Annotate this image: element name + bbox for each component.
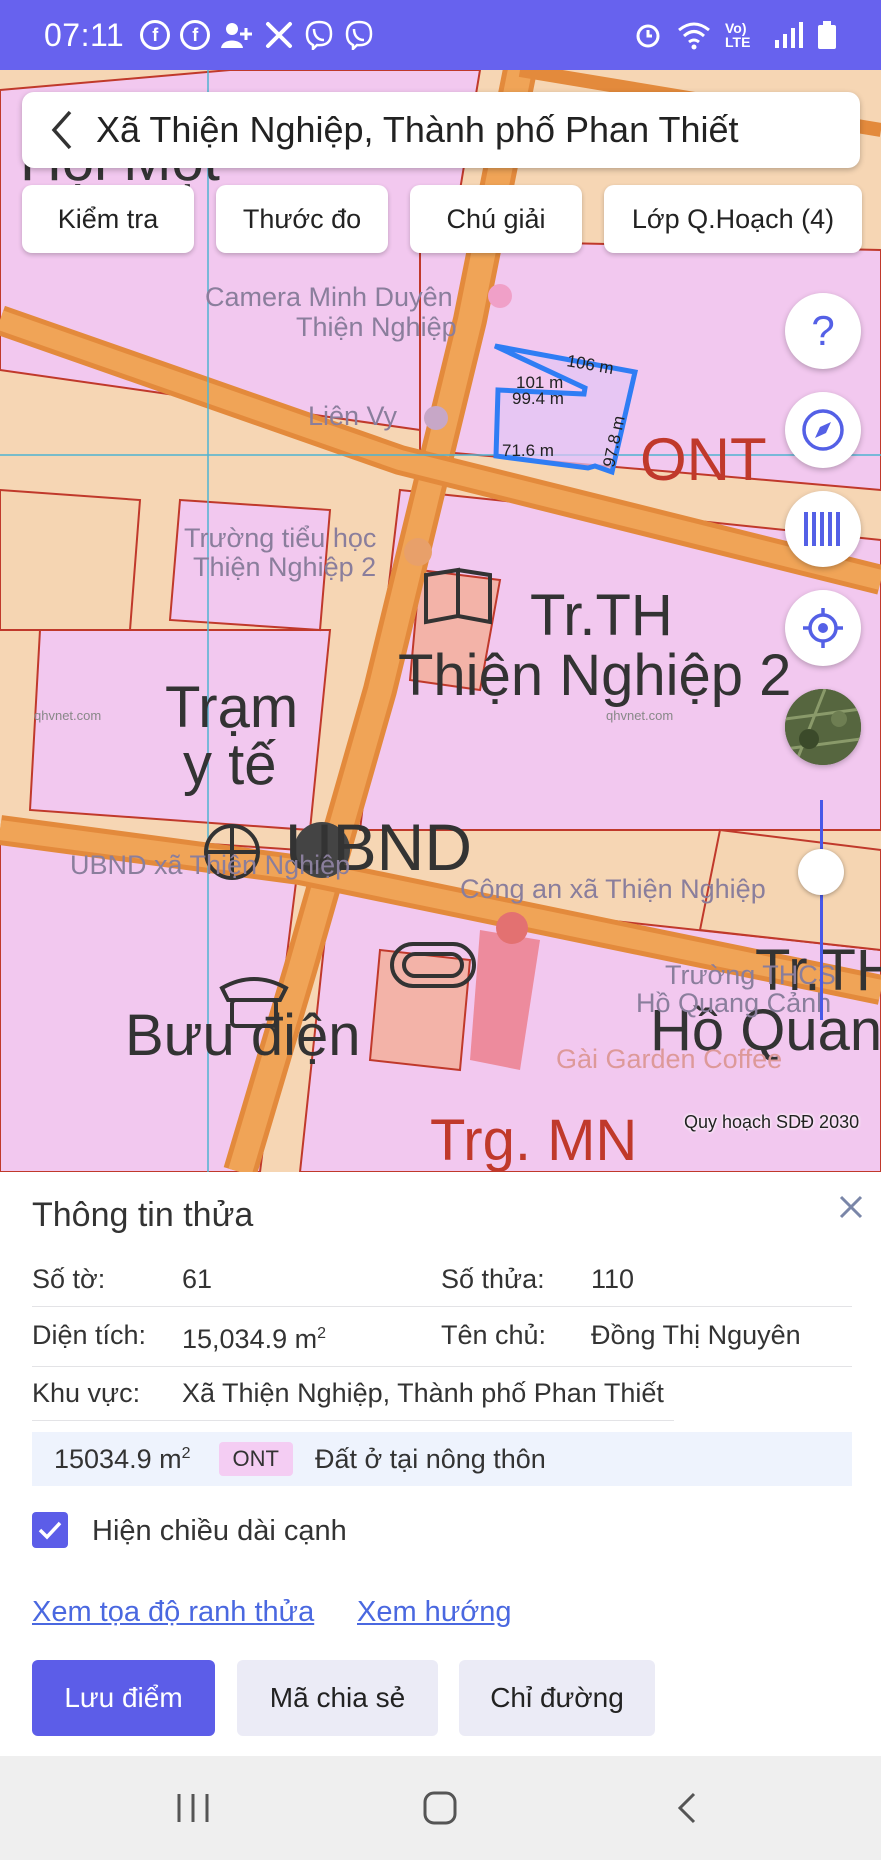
back-button[interactable] bbox=[42, 110, 82, 150]
zoom-slider-thumb[interactable] bbox=[798, 849, 844, 895]
dien-tich-value: 15,034.9 m2 bbox=[182, 1324, 326, 1354]
checkmark-icon bbox=[38, 1521, 62, 1540]
poi-ubnd-xa: UBND xã Thiện Nghiệp bbox=[70, 850, 350, 880]
facebook-icon: f bbox=[180, 20, 211, 50]
panel-title: Thông tin thửa bbox=[32, 1196, 254, 1234]
barcode-button[interactable] bbox=[785, 491, 861, 567]
compass-icon bbox=[802, 409, 844, 451]
wifi-icon bbox=[678, 22, 710, 50]
zone-row: 15034.9 m2 ONT Đất ở tại nông thôn bbox=[32, 1432, 852, 1486]
recent-apps-icon[interactable] bbox=[173, 1788, 213, 1828]
watermark: qhvnet.com bbox=[34, 708, 101, 723]
help-button[interactable]: ? bbox=[785, 293, 861, 369]
watermark: qhvnet.com bbox=[606, 708, 673, 723]
buu-dien-label: Bưu điện bbox=[125, 1003, 361, 1068]
locate-icon bbox=[803, 608, 843, 648]
battery-icon bbox=[818, 21, 836, 49]
zone-label-ont: ONT bbox=[640, 426, 767, 493]
legend-button[interactable]: Chú giải bbox=[410, 185, 582, 253]
check-button[interactable]: Kiểm tra bbox=[22, 185, 194, 253]
location-search-bar[interactable]: Xã Thiện Nghiệp, Thành phố Phan Thiết bbox=[22, 92, 860, 168]
alarm-icon bbox=[636, 24, 660, 48]
poi-truong-2: Thiện Nghiệp 2 bbox=[193, 552, 376, 582]
divider bbox=[32, 1420, 674, 1421]
facebook-icon: f bbox=[140, 20, 171, 50]
so-to-label: Số tờ: bbox=[32, 1264, 106, 1294]
zone-code-badge: ONT bbox=[218, 1442, 293, 1476]
tram-label-line1: Trạm bbox=[165, 675, 298, 740]
directions-button[interactable]: Chỉ đường bbox=[459, 1660, 655, 1736]
khu-vuc-label: Khu vực: bbox=[32, 1378, 141, 1408]
status-time: 07:11 bbox=[44, 16, 125, 53]
divider bbox=[32, 1366, 852, 1367]
chevron-left-icon bbox=[51, 110, 72, 150]
status-bar: 07:11 f f Vo) LTE bbox=[0, 0, 881, 70]
zone-description: Đất ở tại nông thôn bbox=[314, 1443, 546, 1474]
locate-button[interactable] bbox=[785, 590, 861, 666]
school-label-line1: Tr.TH bbox=[530, 583, 673, 648]
close-icon[interactable] bbox=[836, 1192, 866, 1222]
tools-icon bbox=[266, 22, 293, 48]
help-icon: ? bbox=[811, 307, 835, 354]
edge-length-bottom: 71.6 m bbox=[502, 441, 554, 460]
show-edges-label[interactable]: Hiện chiều dài cạnh bbox=[92, 1515, 347, 1548]
school-label-line2: Thiện Nghiệp 2 bbox=[398, 643, 791, 708]
poi-truong-1: Trường tiểu học bbox=[184, 523, 376, 553]
edge-length-inner-2: 99.4 m bbox=[512, 389, 564, 408]
home-icon[interactable] bbox=[420, 1788, 460, 1828]
zone-area: 15034.9 m2 bbox=[54, 1443, 191, 1474]
so-thua-value: 110 bbox=[591, 1264, 635, 1294]
dien-tich-label: Diện tích: bbox=[32, 1320, 147, 1350]
map-caption: Quy hoạch SDĐ 2030 bbox=[684, 1112, 860, 1132]
back-icon[interactable] bbox=[668, 1788, 708, 1828]
viber-icon bbox=[305, 20, 333, 50]
barcode-icon bbox=[804, 512, 840, 546]
signal-icon bbox=[775, 22, 803, 48]
tool-buttons: Kiểm tra Thước đo Chú giải Lớp Q.Hoạch (… bbox=[22, 185, 862, 253]
poi-lien-vy: Liên Vy bbox=[308, 401, 398, 431]
share-code-button[interactable]: Mã chia sẻ bbox=[237, 1660, 438, 1736]
so-thua-label: Số thửa: bbox=[441, 1264, 545, 1294]
system-nav-bar bbox=[0, 1756, 881, 1860]
satellite-layer-button[interactable] bbox=[785, 689, 861, 765]
viber-icon bbox=[345, 20, 373, 50]
notification-icons: f f bbox=[140, 20, 374, 50]
ten-chu-label: Tên chủ: bbox=[441, 1320, 547, 1350]
trg-mn-label: Trg. MN bbox=[430, 1108, 637, 1172]
poi-thcs-1: Trường THCS bbox=[665, 960, 836, 990]
view-boundary-coords-link[interactable]: Xem tọa độ ranh thửa bbox=[32, 1596, 314, 1629]
tram-label-line2: y tế bbox=[183, 732, 277, 797]
volte-icon: Vo) LTE bbox=[725, 20, 751, 50]
poi-thcs-2: Hồ Quang Cảnh bbox=[636, 988, 831, 1018]
parcel-info-panel: Thông tin thửa Số tờ: 61 Số thửa: 110 Di… bbox=[0, 1172, 881, 1756]
poi-camera-line1: Camera Minh Duyên bbox=[205, 282, 453, 312]
satellite-layer-icon bbox=[785, 689, 861, 765]
so-to-value: 61 bbox=[182, 1264, 213, 1294]
layers-button[interactable]: Lớp Q.Hoạch (4) bbox=[604, 185, 862, 253]
divider bbox=[32, 1306, 852, 1307]
ten-chu-value: Đồng Thị Nguyên bbox=[591, 1320, 801, 1350]
zoom-slider-track[interactable] bbox=[820, 800, 823, 1020]
view-direction-link[interactable]: Xem hướng bbox=[357, 1596, 512, 1629]
person-add-icon bbox=[221, 23, 253, 48]
poi-garden: Gài Garden Coffee bbox=[556, 1044, 782, 1074]
compass-button[interactable] bbox=[785, 392, 861, 468]
measure-button[interactable]: Thước đo bbox=[216, 185, 388, 253]
khu-vuc-value: Xã Thiện Nghiệp, Thành phố Phan Thiết bbox=[182, 1378, 664, 1408]
save-point-button[interactable]: Lưu điểm bbox=[32, 1660, 215, 1736]
location-title: Xã Thiện Nghiệp, Thành phố Phan Thiết bbox=[96, 109, 739, 150]
system-icons: Vo) LTE bbox=[633, 20, 837, 50]
show-edges-checkbox[interactable] bbox=[32, 1512, 68, 1548]
poi-camera-line2: Thiện Nghiệp bbox=[296, 312, 457, 342]
poi-cong-an: Công an xã Thiện Nghiệp bbox=[460, 874, 766, 904]
